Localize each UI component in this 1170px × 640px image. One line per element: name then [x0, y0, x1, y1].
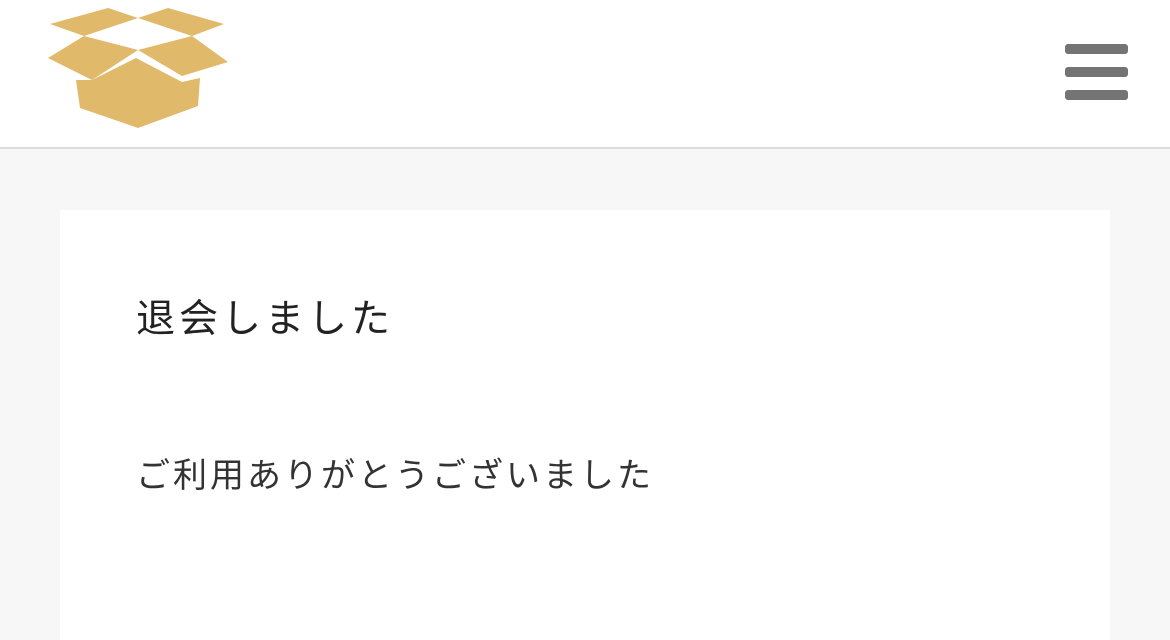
thank-you-message: ご利用ありがとうございました — [136, 456, 654, 496]
logo[interactable] — [44, 6, 232, 132]
hamburger-menu-icon-bar — [1065, 90, 1128, 100]
page-title: 退会しました — [136, 297, 395, 342]
main-content: 退会しました ご利用ありがとうございました — [0, 149, 1170, 640]
open-box-icon — [48, 8, 228, 128]
hamburger-menu-button[interactable] — [1056, 36, 1136, 108]
hamburger-menu-icon-bar — [1065, 44, 1128, 54]
header — [0, 0, 1170, 149]
message-card: 退会しました ご利用ありがとうございました — [60, 210, 1110, 640]
hamburger-menu-icon-bar — [1065, 67, 1128, 77]
